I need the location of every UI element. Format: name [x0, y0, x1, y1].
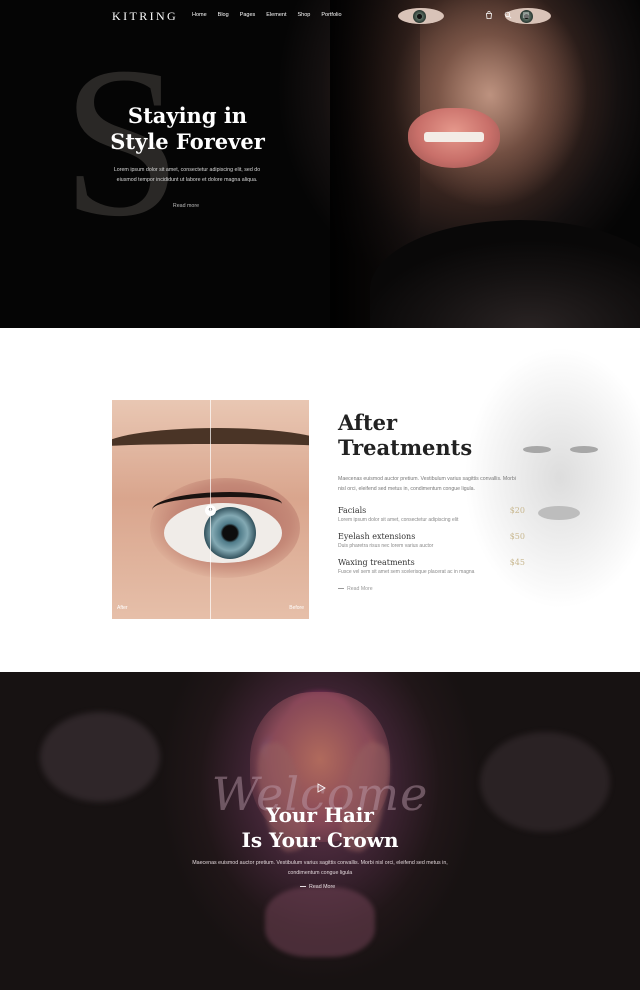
faded-model-photo [380, 328, 640, 672]
service-item: Facials Lorem ipsum dolor sit amet, cons… [338, 506, 528, 523]
service-name: Waxing treatments [338, 558, 415, 567]
service-name: Eyelash extensions [338, 532, 416, 541]
welcome-title: Your Hair Is Your Crown [220, 803, 420, 853]
menu-item-shop[interactable]: Shop [297, 12, 310, 18]
top-navigation: KITRING Home Blog Pages Element Shop Por… [0, 0, 640, 30]
welcome-section: Welcome Your Hair Is Your Crown Maecenas… [0, 672, 640, 990]
cart-icon[interactable] [485, 11, 493, 19]
hero-title-line2: Style Forever [110, 129, 265, 154]
smoke-cloud [480, 732, 610, 832]
treatments-description: Maecenas euismod auctor pretium. Vestibu… [338, 476, 516, 492]
welcome-read-more-link[interactable]: Read More [300, 884, 335, 890]
service-description: Lorem ipsum dolor sit amet, consectetur … [338, 517, 459, 523]
menu-item-home[interactable]: Home [192, 12, 207, 18]
hero-read-more-link[interactable]: Read more [166, 203, 206, 209]
main-menu: Home Blog Pages Element Shop Portfolio [192, 12, 353, 18]
treatments-read-more-link[interactable]: Read More [338, 586, 373, 592]
menu-item-element[interactable]: Element [266, 12, 286, 18]
faded-lips [538, 506, 580, 520]
slider-handle-icon[interactable]: ‹› [205, 505, 216, 516]
after-label: After [117, 605, 128, 611]
welcome-title-line2: Is Your Crown [241, 828, 399, 852]
faded-eye-left [523, 446, 551, 453]
welcome-description: Maecenas euismod auctor pretium. Vestibu… [192, 860, 448, 876]
search-icon[interactable] [504, 11, 512, 19]
service-price: $20 [509, 506, 525, 515]
welcome-title-line1: Your Hair [266, 803, 374, 827]
hero-section: S KITRING Home Blog Pages Element Shop P… [0, 0, 640, 328]
treatments-section: ‹› After Before After Treatments Maecena… [0, 328, 640, 672]
service-item: Waxing treatments Fusce vel sem sit amet… [338, 558, 528, 575]
service-description: Duis pharetra risus nec lorem varius auc… [338, 543, 434, 549]
treatments-title-line1: After [338, 410, 398, 435]
hands-bottom [265, 887, 375, 957]
hero-description: Lorem ipsum dolor sit amet, consectetur … [113, 167, 261, 183]
treatments-title: After Treatments [338, 410, 498, 460]
service-name: Facials [338, 506, 367, 515]
site-logo[interactable]: KITRING [112, 9, 178, 24]
service-price: $45 [509, 558, 525, 567]
menu-item-portfolio[interactable]: Portfolio [321, 12, 341, 18]
menu-item-pages[interactable]: Pages [240, 12, 256, 18]
before-label: Before [289, 605, 304, 611]
hero-lips [408, 108, 500, 168]
service-item: Eyelash extensions Duis pharetra risus n… [338, 532, 528, 549]
hero-title: Staying in Style Forever [110, 103, 265, 155]
smoke-cloud [40, 712, 160, 802]
service-description: Fusce vel sem sit amet sem scelerisque p… [338, 569, 475, 575]
service-price: $50 [509, 532, 525, 541]
hero-title-line1: Staying in [127, 103, 248, 128]
treatments-title-line2: Treatments [338, 435, 473, 460]
menu-icon[interactable] [522, 11, 530, 19]
play-icon[interactable] [316, 780, 326, 793]
before-after-eye-slider[interactable]: ‹› After Before [112, 400, 309, 619]
menu-item-blog[interactable]: Blog [218, 12, 229, 18]
faded-eye-right [570, 446, 598, 453]
